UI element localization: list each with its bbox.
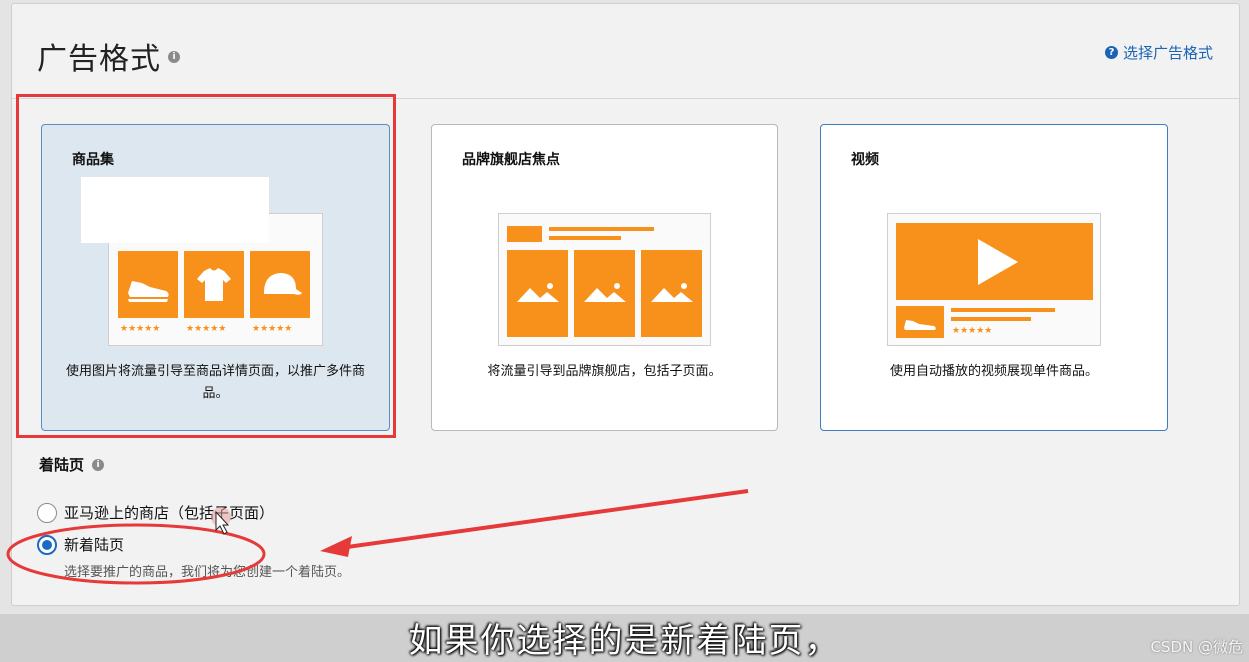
watermark: CSDN @微危 [1150,638,1243,656]
annotation-ellipse [6,523,266,585]
video-subtitle: 如果你选择的是新着陆页， [408,621,841,661]
annotation-arrow-head [320,536,352,557]
annotation-overlay [6,489,749,585]
annotation-arrow-line [339,489,749,550]
